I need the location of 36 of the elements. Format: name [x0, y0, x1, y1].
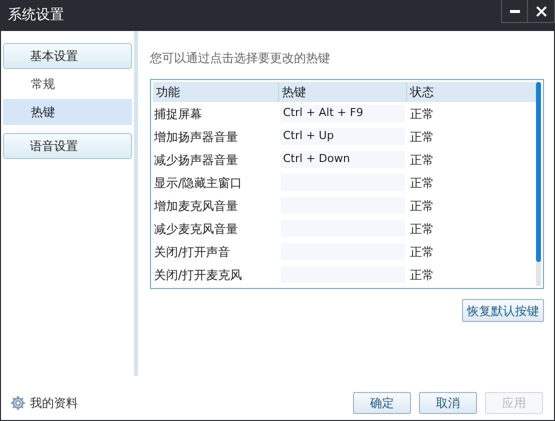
hotkey-field[interactable]: Ctrl + Alt + F9 [281, 105, 405, 122]
hint-text: 您可以通过点击选择要更改的热键 [150, 50, 331, 67]
minimize-button[interactable] [501, 0, 528, 23]
status-cell-text: 正常 [409, 220, 435, 238]
sidebar-group-header[interactable]: 基本设置 [3, 43, 132, 69]
function-cell-text: 关闭/打开麦克风 [153, 266, 244, 284]
dialog-button[interactable]: 取消 [419, 392, 477, 414]
status-cell-text: 正常 [409, 174, 435, 192]
status-cell-text: 正常 [409, 106, 435, 122]
minimize-icon [510, 10, 520, 12]
status-cell-text: 正常 [409, 244, 435, 260]
close-icon [536, 6, 546, 16]
status-cell-text: 正常 [409, 198, 435, 214]
column-header[interactable]: 功能 [153, 82, 279, 102]
status-cell-text: 正常 [409, 266, 435, 284]
function-cell-text: 减少麦克风音量 [153, 220, 239, 238]
column-header[interactable]: 状态 [407, 82, 536, 102]
restore-defaults-button[interactable]: 恢复默认按键 [462, 299, 544, 322]
close-button[interactable] [528, 0, 555, 23]
function-cell-text: 增加麦克风音量 [153, 198, 239, 214]
function-cell-text: 显示/隐藏主窗口 [153, 174, 244, 192]
function-cell-text: 捕捉屏幕 [153, 106, 203, 122]
hotkey-field[interactable]: Ctrl + Up [281, 128, 405, 145]
gear-icon [11, 396, 25, 410]
dialog-button[interactable]: 确定 [353, 392, 411, 414]
status-cell-text: 正常 [409, 128, 435, 146]
function-cell-text: 关闭/打开声音 [153, 244, 232, 260]
function-cell-text: 增加扬声器音量 [153, 128, 239, 146]
sidebar-item[interactable]: 热键 [3, 99, 132, 125]
sidebar-group-header[interactable]: 语音设置 [3, 133, 132, 159]
status-cell-text: 正常 [409, 152, 435, 168]
column-header[interactable]: 热键 [279, 82, 407, 102]
my-profile-link[interactable]: 我的资料 [30, 394, 78, 412]
hotkey-field[interactable]: Ctrl + Down [281, 151, 405, 168]
window-title: 系统设置 [8, 6, 64, 25]
function-cell-text: 减少扬声器音量 [153, 152, 239, 168]
